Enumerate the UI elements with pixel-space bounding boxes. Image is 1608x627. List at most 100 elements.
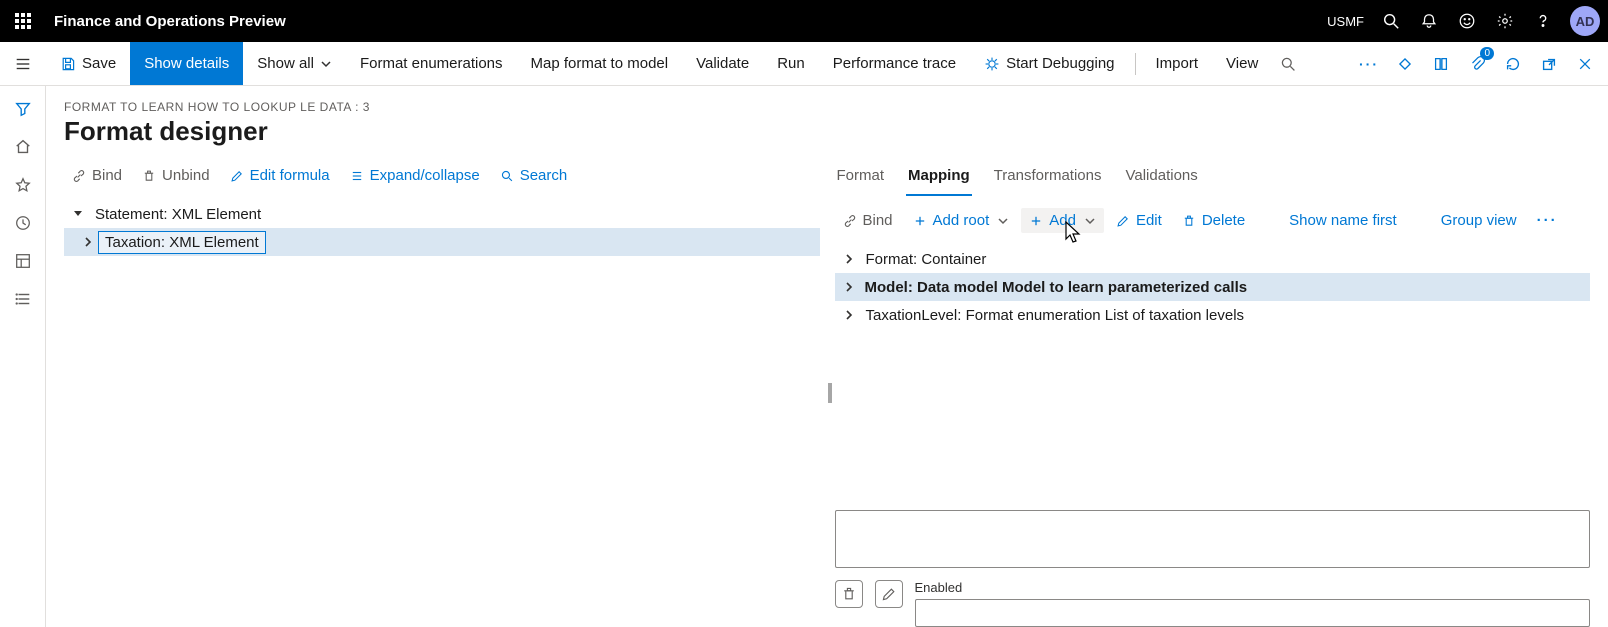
tree-row[interactable]: TaxationLevel: Format enumeration List o…	[835, 301, 1591, 329]
show-all-button[interactable]: Show all	[243, 42, 346, 85]
home-button[interactable]	[6, 130, 40, 164]
edit-enabled-button[interactable]	[875, 580, 903, 608]
link-icon	[843, 214, 857, 228]
plus-icon	[913, 214, 927, 228]
popout-icon	[1540, 55, 1558, 73]
bind-button[interactable]: Bind	[835, 208, 901, 233]
modules-button[interactable]	[6, 282, 40, 316]
tab-mapping[interactable]: Mapping	[906, 161, 972, 196]
left-nav	[0, 86, 46, 627]
expand-toggle[interactable]	[839, 277, 859, 297]
command-bar: Save Show details Show all Format enumer…	[0, 42, 1608, 86]
diamond-icon	[1396, 55, 1414, 73]
expand-toggle[interactable]	[78, 232, 98, 252]
clock-icon	[14, 214, 32, 232]
add-button[interactable]: Add	[1021, 208, 1104, 233]
collapse-toggle[interactable]	[68, 204, 88, 224]
chevron-down-icon	[1084, 215, 1096, 227]
tree-node-label: Taxation: XML Element	[98, 231, 266, 254]
more-button[interactable]: ···	[1529, 208, 1566, 233]
tree-row[interactable]: Statement: XML Element	[64, 200, 820, 228]
delete-button[interactable]: Delete	[1174, 208, 1253, 233]
legal-entity[interactable]: USMF	[1327, 14, 1364, 29]
bell-icon	[1420, 12, 1438, 30]
pencil-icon	[1116, 214, 1130, 228]
tab-transformations[interactable]: Transformations	[992, 161, 1104, 196]
diamond-button[interactable]	[1390, 49, 1420, 79]
workspaces-button[interactable]	[6, 244, 40, 278]
import-button[interactable]: Import	[1142, 42, 1213, 85]
refresh-button[interactable]	[1498, 49, 1528, 79]
show-name-first-button[interactable]: Show name first	[1281, 208, 1405, 233]
trash-icon	[841, 586, 857, 602]
tab-format[interactable]: Format	[835, 161, 887, 196]
splitter-grip-icon	[828, 383, 832, 403]
gear-icon	[1496, 12, 1514, 30]
chevron-down-icon	[320, 58, 332, 70]
chevron-right-icon	[843, 253, 855, 265]
favorites-button[interactable]	[6, 168, 40, 202]
feedback-button[interactable]	[1448, 0, 1486, 42]
map-format-button[interactable]: Map format to model	[517, 42, 683, 85]
notifications-button[interactable]	[1410, 0, 1448, 42]
view-button[interactable]: View	[1212, 42, 1272, 85]
chevron-right-icon	[843, 281, 855, 293]
chevron-down-icon	[72, 208, 84, 220]
pencil-icon	[230, 169, 244, 183]
right-toolbar: Bind Add root Add Edit	[835, 196, 1591, 241]
chevron-right-icon	[843, 309, 855, 321]
search-button[interactable]: Search	[492, 163, 576, 188]
tree-row[interactable]: Model: Data model Model to learn paramet…	[835, 273, 1591, 301]
edit-formula-button[interactable]: Edit formula	[222, 163, 338, 188]
tree-row[interactable]: Format: Container	[835, 245, 1591, 273]
list-icon	[350, 169, 364, 183]
list-icon	[14, 290, 32, 308]
open-office-button[interactable]	[1426, 49, 1456, 79]
recent-button[interactable]	[6, 206, 40, 240]
mapping-pane: Format Mapping Transformations Validatio…	[835, 159, 1591, 627]
left-toolbar: Bind Unbind Edit formula Expand/collapse	[64, 159, 820, 196]
filter-icon	[14, 100, 32, 118]
edit-button[interactable]: Edit	[1108, 208, 1170, 233]
nav-toggle[interactable]	[0, 42, 46, 85]
app-launcher[interactable]	[0, 0, 46, 42]
formula-box[interactable]	[835, 510, 1591, 568]
unbind-button[interactable]: Unbind	[134, 163, 218, 188]
expand-toggle[interactable]	[839, 305, 859, 325]
run-button[interactable]: Run	[763, 42, 819, 85]
book-icon	[1432, 55, 1450, 73]
format-enumerations-button[interactable]: Format enumerations	[346, 42, 517, 85]
format-tree-pane: Bind Unbind Edit formula Expand/collapse	[64, 159, 825, 627]
pane-splitter[interactable]	[825, 159, 835, 627]
add-root-button[interactable]: Add root	[905, 208, 1018, 233]
toolbar-search-button[interactable]	[1272, 42, 1304, 85]
enabled-field[interactable]	[915, 599, 1591, 627]
validate-button[interactable]: Validate	[682, 42, 763, 85]
close-button[interactable]	[1570, 49, 1600, 79]
user-avatar[interactable]: AD	[1570, 6, 1600, 36]
tab-validations[interactable]: Validations	[1123, 161, 1199, 196]
search-icon	[1382, 12, 1400, 30]
show-details-button[interactable]: Show details	[130, 42, 243, 85]
app-title: Finance and Operations Preview	[54, 13, 286, 30]
attach-button[interactable]: 0	[1462, 49, 1492, 79]
filter-button[interactable]	[6, 92, 40, 126]
settings-button[interactable]	[1486, 0, 1524, 42]
expand-toggle[interactable]	[839, 249, 859, 269]
page-title: Format designer	[64, 116, 1590, 147]
popout-button[interactable]	[1534, 49, 1564, 79]
link-icon	[72, 169, 86, 183]
trash-icon	[1182, 214, 1196, 228]
expand-collapse-button[interactable]: Expand/collapse	[342, 163, 488, 188]
enabled-label: Enabled	[915, 580, 1591, 595]
bind-button[interactable]: Bind	[64, 163, 130, 188]
save-button[interactable]: Save	[46, 42, 130, 85]
start-debugging-button[interactable]: Start Debugging	[970, 42, 1128, 85]
search-button[interactable]	[1372, 0, 1410, 42]
performance-trace-button[interactable]: Performance trace	[819, 42, 970, 85]
help-button[interactable]	[1524, 0, 1562, 42]
group-view-button[interactable]: Group view	[1433, 208, 1525, 233]
more-actions-button[interactable]: ···	[1354, 49, 1384, 79]
delete-enabled-button[interactable]	[835, 580, 863, 608]
tree-row[interactable]: Taxation: XML Element	[64, 228, 820, 256]
